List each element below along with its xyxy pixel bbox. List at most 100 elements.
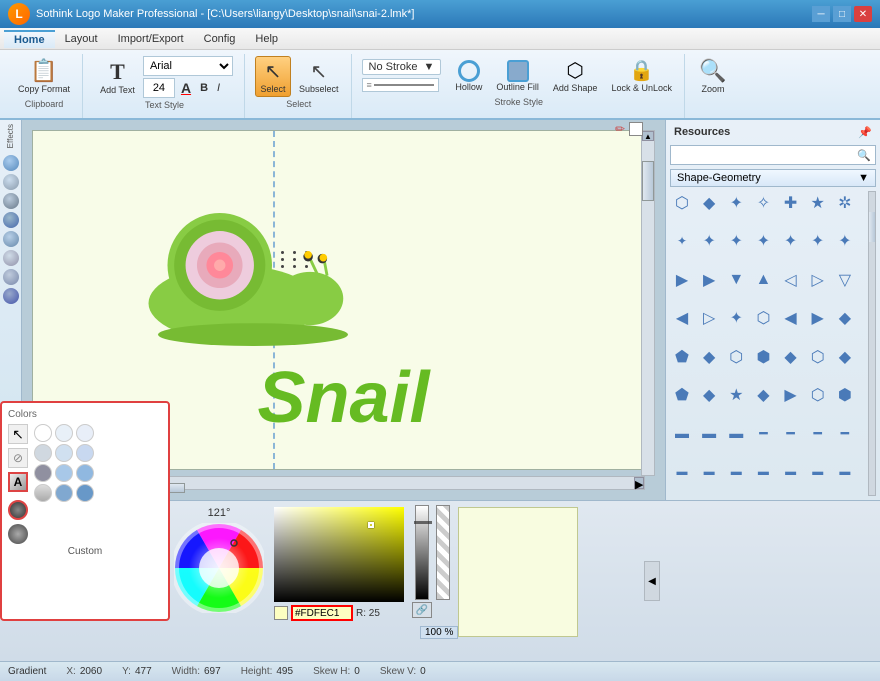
no-color-icon[interactable]: ⊘: [8, 448, 28, 468]
shape-c6[interactable]: ⬡: [806, 383, 830, 407]
effect-circle-5[interactable]: [3, 231, 19, 247]
italic-button[interactable]: I: [214, 81, 223, 95]
outline-fill-button[interactable]: Outline Fill: [492, 58, 543, 94]
color-lblue[interactable]: [55, 424, 73, 442]
shape-r5[interactable]: ✦: [779, 229, 803, 253]
copy-format-button[interactable]: 📋 Copy Format: [14, 56, 74, 97]
text-fill-icon[interactable]: A: [8, 472, 28, 492]
shape-e3[interactable]: ▬: [724, 460, 748, 484]
zoom-button[interactable]: 🔍 Zoom: [695, 56, 731, 96]
color-wheel[interactable]: [174, 523, 264, 613]
color-gradient-picker[interactable]: [274, 507, 404, 602]
shape-tri-r[interactable]: ▷: [806, 268, 830, 292]
hollow-button[interactable]: Hollow: [451, 58, 486, 94]
shape-b1[interactable]: ⬟: [670, 345, 694, 369]
shape-a6[interactable]: ▶: [806, 306, 830, 330]
shape-tri-d[interactable]: ▽: [833, 268, 857, 292]
shape-c5[interactable]: ▶: [779, 383, 803, 407]
color-square[interactable]: [629, 122, 643, 136]
shape-arrow-r2[interactable]: ▶: [697, 268, 721, 292]
color-gray[interactable]: [34, 464, 52, 482]
shape-star5[interactable]: ★: [806, 191, 830, 215]
shape-e5[interactable]: ▬: [779, 460, 803, 484]
shape-star4o[interactable]: ✧: [751, 191, 775, 215]
menu-config[interactable]: Config: [194, 31, 246, 47]
effect-circle-8[interactable]: [3, 288, 19, 304]
shape-e7[interactable]: ▬: [833, 460, 857, 484]
pencil-icon[interactable]: ✏: [615, 122, 625, 136]
color-blue1[interactable]: [55, 444, 73, 462]
shape-r6[interactable]: ✦: [806, 229, 830, 253]
brightness-slider[interactable]: [415, 505, 429, 600]
shape-c3[interactable]: ★: [724, 383, 748, 407]
maximize-button[interactable]: □: [833, 6, 851, 22]
search-icon[interactable]: 🔍: [857, 149, 871, 162]
v-scrollbar[interactable]: ▲: [641, 130, 655, 476]
menu-layout[interactable]: Layout: [55, 31, 108, 47]
shape-d4[interactable]: ━: [751, 421, 775, 445]
lock-unlock-button[interactable]: 🔒 Lock & UnLock: [607, 56, 676, 95]
close-button[interactable]: ✕: [854, 6, 872, 22]
shape-r2[interactable]: ✦: [697, 229, 721, 253]
shape-tri-up[interactable]: ▲: [751, 268, 775, 292]
pattern-fill-icon[interactable]: [8, 524, 28, 544]
resources-dropdown[interactable]: Shape-Geometry ▼: [670, 169, 876, 187]
expand-button[interactable]: ◀: [644, 561, 660, 601]
shape-r3[interactable]: ✦: [724, 229, 748, 253]
shape-hexagon[interactable]: ⬡: [670, 191, 694, 215]
menu-import-export[interactable]: Import/Export: [108, 31, 194, 47]
color-blue4[interactable]: [76, 444, 94, 462]
shape-e6[interactable]: ▬: [806, 460, 830, 484]
shape-a3[interactable]: ✦: [724, 306, 748, 330]
shape-a7[interactable]: ◆: [833, 306, 857, 330]
shape-r1[interactable]: ✦: [670, 229, 694, 253]
shape-c4[interactable]: ◆: [751, 383, 775, 407]
shape-d2[interactable]: ▬: [697, 421, 721, 445]
effect-circle-2[interactable]: [3, 174, 19, 190]
no-stroke-dropdown[interactable]: No Stroke ▼: [362, 59, 442, 75]
shape-d6[interactable]: ━: [806, 421, 830, 445]
resources-scrollbar[interactable]: [868, 191, 876, 496]
shape-b3[interactable]: ⬡: [724, 345, 748, 369]
resources-search[interactable]: 🔍: [670, 145, 876, 165]
shape-b2[interactable]: ◆: [697, 345, 721, 369]
shape-asterisk[interactable]: ✲: [833, 191, 857, 215]
effect-circle-4[interactable]: [3, 212, 19, 228]
gradient-fill-icon[interactable]: [8, 500, 28, 520]
menu-home[interactable]: Home: [4, 30, 55, 48]
effect-circle-3[interactable]: [3, 193, 19, 209]
shape-a1[interactable]: ◀: [670, 306, 694, 330]
cursor-icon[interactable]: ↖: [8, 424, 28, 444]
text-color-button[interactable]: A: [178, 79, 194, 97]
color-blue2[interactable]: [55, 464, 73, 482]
shape-b4[interactable]: ⬢: [751, 345, 775, 369]
shape-e1[interactable]: ▬: [670, 460, 694, 484]
shape-c2[interactable]: ◆: [697, 383, 721, 407]
add-shape-button[interactable]: ⬡ Add Shape: [549, 56, 602, 95]
color-white[interactable]: [34, 424, 52, 442]
shape-d5[interactable]: ━: [779, 421, 803, 445]
color-lblue2[interactable]: [76, 424, 94, 442]
shape-e4[interactable]: ▬: [751, 460, 775, 484]
shape-arrow-d[interactable]: ▼: [724, 268, 748, 292]
shape-e2[interactable]: ▬: [697, 460, 721, 484]
shape-c7[interactable]: ⬢: [833, 383, 857, 407]
color-blue5[interactable]: [76, 464, 94, 482]
color-dgray[interactable]: [34, 484, 52, 502]
resources-search-input[interactable]: [675, 149, 857, 161]
shape-b5[interactable]: ◆: [779, 345, 803, 369]
titlebar-controls[interactable]: ─ □ ✕: [812, 6, 872, 22]
shape-arrow-r[interactable]: ▶: [670, 268, 694, 292]
shape-r7[interactable]: ✦: [833, 229, 857, 253]
shape-a4[interactable]: ⬡: [751, 306, 775, 330]
shape-cross[interactable]: ✚: [779, 191, 803, 215]
color-blue3[interactable]: [55, 484, 73, 502]
font-name-select[interactable]: Arial: [143, 56, 233, 76]
shape-a5[interactable]: ◀: [779, 306, 803, 330]
alpha-slider[interactable]: [436, 505, 450, 600]
shape-diamond[interactable]: ◆: [697, 191, 721, 215]
shape-star4[interactable]: ✦: [724, 191, 748, 215]
shape-b7[interactable]: ◆: [833, 345, 857, 369]
shape-d7[interactable]: ━: [833, 421, 857, 445]
effect-circle-1[interactable]: [3, 155, 19, 171]
